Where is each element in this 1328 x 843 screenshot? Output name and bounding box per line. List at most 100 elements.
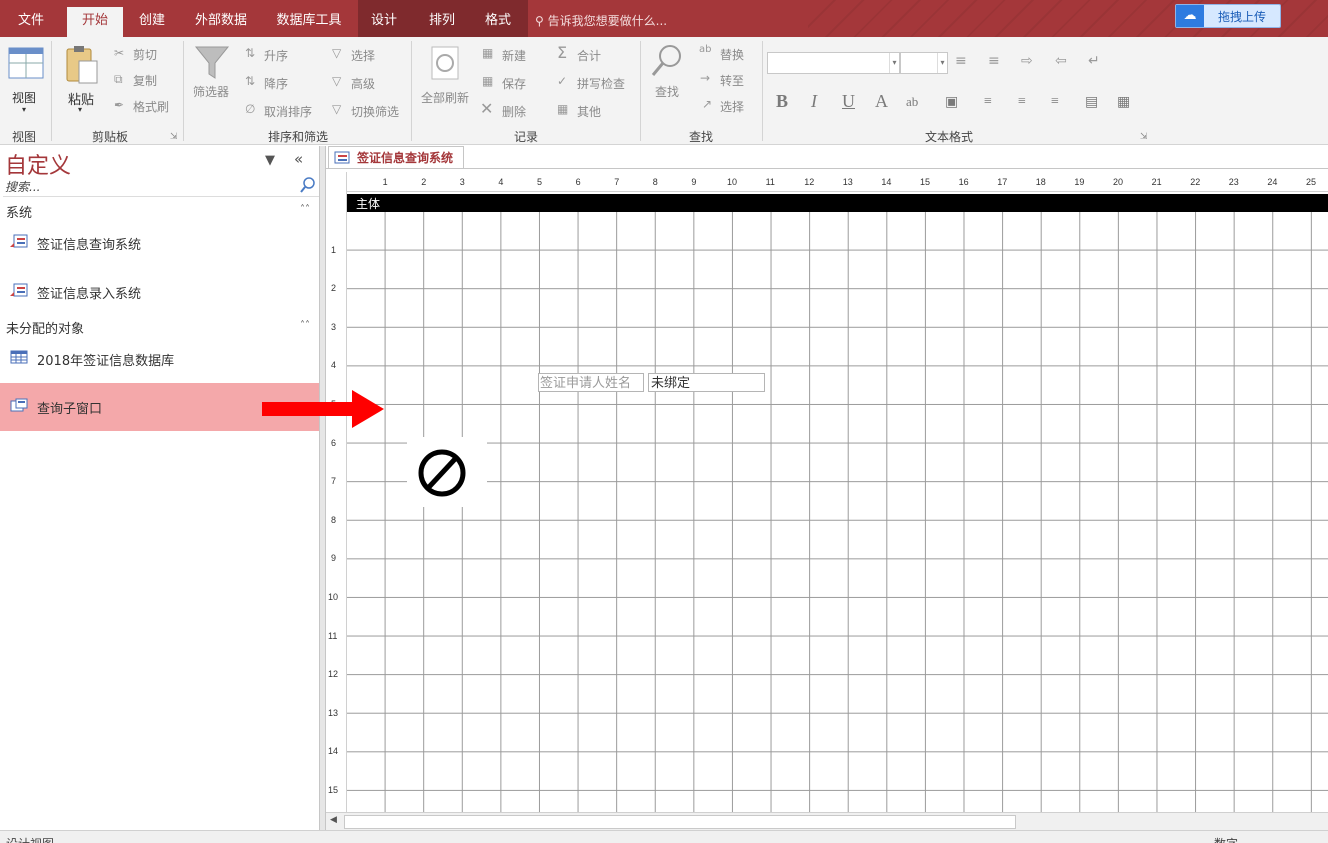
horizontal-scrollbar[interactable]: ◀ — [326, 812, 1328, 830]
upload-label: 拖拽上传 — [1218, 10, 1267, 24]
filter-button[interactable]: 筛选器 — [193, 83, 229, 100]
tab-create[interactable]: 创建 — [130, 7, 174, 37]
search-icon[interactable] — [299, 176, 317, 194]
tab-file[interactable]: 文件 — [8, 7, 54, 37]
ruler-h-number: 15 — [920, 177, 931, 187]
bullets-icon[interactable]: ≡ — [955, 53, 967, 69]
remove-sort-button[interactable]: 取消排序 — [264, 103, 312, 120]
tab-home[interactable]: 开始 — [67, 7, 123, 37]
group-label-views: 视图 — [12, 130, 37, 144]
bold-icon[interactable]: B — [776, 91, 788, 112]
tab-external-data[interactable]: 外部数据 — [186, 7, 256, 37]
underline-icon[interactable]: U — [842, 91, 855, 112]
find-button[interactable]: 查找 — [655, 83, 679, 100]
unbound-textbox[interactable]: 未绑定 — [648, 373, 765, 392]
font-color-icon[interactable]: A — [875, 91, 888, 112]
fill-color-icon[interactable]: ▣ — [945, 94, 958, 111]
nav-search-placeholder: 搜索... — [5, 180, 41, 194]
font-size-combo[interactable]: ▾ — [900, 52, 948, 74]
ruler-h-number: 18 — [1035, 177, 1046, 187]
section-bar-detail[interactable]: 主体 — [347, 194, 1328, 212]
advanced-button[interactable]: 高级 — [351, 75, 375, 92]
select-button[interactable]: 选择 — [720, 98, 744, 115]
font-name-combo[interactable]: ▾ — [767, 52, 900, 74]
increase-indent-icon[interactable]: ⇨ — [1021, 53, 1033, 69]
goto-button[interactable]: 转至 — [720, 72, 744, 89]
nav-item-form-entry-system[interactable]: 签证信息录入系统 — [0, 268, 319, 316]
align-left-icon[interactable]: ≡ — [984, 94, 992, 110]
scroll-left-icon[interactable]: ◀ — [330, 815, 337, 825]
text-format-launcher-icon[interactable]: ⇲ — [1140, 132, 1148, 142]
save-record-button[interactable]: 保存 — [502, 75, 526, 92]
totals-button[interactable]: 合计 — [577, 47, 601, 64]
numbering-icon[interactable]: ≡ — [988, 53, 1000, 69]
align-right-icon[interactable]: ≡ — [1051, 94, 1059, 110]
group-label-clipboard: 剪贴板 — [92, 130, 129, 144]
document-tab[interactable]: 签证信息查询系统 — [328, 146, 465, 169]
tell-me-box[interactable]: ⚲ 告诉我您想要做什么... — [535, 12, 667, 29]
ruler-v-number: 15 — [328, 785, 339, 795]
design-grid[interactable]: 签证申请人姓名 未绑定 — [347, 212, 1328, 812]
view-button[interactable]: 视图 — [12, 89, 36, 106]
chevron-down-icon: ▾ — [937, 53, 947, 73]
decrease-indent-icon[interactable]: ⇦ — [1055, 53, 1067, 69]
ruler-h-number: 12 — [804, 177, 815, 187]
nav-item-form-query-system[interactable]: 签证信息查询系统 — [0, 219, 319, 267]
tab-underline — [326, 168, 1328, 169]
nav-item-table-2018[interactable]: 2018年签证信息数据库 — [0, 335, 319, 383]
ruler-h-number: 5 — [537, 177, 543, 187]
ruler-v-number: 12 — [328, 669, 339, 680]
vertical-ruler[interactable]: 123456789101112131415 — [326, 212, 347, 812]
background-image-icon[interactable]: ▤ — [1085, 94, 1098, 111]
tab-database-tools[interactable]: 数据库工具 — [268, 7, 350, 37]
gridlines-icon[interactable]: ▦ — [1117, 94, 1130, 111]
cut-button[interactable]: 剪切 — [133, 46, 157, 63]
align-center-icon[interactable]: ≡ — [1018, 94, 1026, 110]
delete-record-button[interactable]: 删除 — [502, 103, 526, 120]
spelling-button[interactable]: 拼写检查 — [577, 75, 625, 92]
paste-dropdown-icon[interactable]: ▾ — [78, 105, 82, 114]
view-dropdown-icon[interactable]: ▾ — [22, 105, 26, 114]
view-icon — [8, 47, 44, 79]
ruler-v-number: 13 — [328, 707, 339, 718]
replace-button[interactable]: 替换 — [720, 46, 744, 63]
nav-menu-dropdown-icon[interactable]: ▼ — [265, 153, 275, 168]
more-button[interactable]: 其他 — [577, 103, 601, 120]
applicant-name-label[interactable]: 签证申请人姓名 — [538, 373, 644, 392]
ruler-h-number: 13 — [842, 177, 853, 187]
no-entry-icon — [418, 449, 466, 497]
cloud-icon: ☁ — [1176, 5, 1204, 27]
ruler-v-number: 11 — [328, 630, 338, 641]
ribbon: 视图 ▾ 视图 粘贴 ▾ ✂ 剪切 ⧉ 复制 ✒ 格式刷 剪贴板 ⇲ 筛选器 ⇅… — [0, 37, 1328, 145]
sort-descending-button[interactable]: 降序 — [264, 75, 288, 92]
tab-arrange[interactable]: 排列 — [420, 7, 464, 37]
group-separator — [183, 41, 184, 141]
upload-button[interactable]: ☁ 拖拽上传 — [1175, 4, 1281, 28]
sort-ascending-button[interactable]: 升序 — [264, 47, 288, 64]
collapse-group-icon[interactable]: ˄˄ — [300, 204, 310, 215]
text-direction-icon[interactable]: ↵ — [1088, 53, 1100, 69]
highlight-icon[interactable]: ab — [906, 94, 918, 110]
ruler-h-number: 19 — [1074, 177, 1085, 187]
collapse-group-icon[interactable]: ˄˄ — [300, 320, 310, 331]
toggle-filter-button[interactable]: 切换筛选 — [351, 103, 399, 120]
refresh-all-button[interactable]: 全部刷新 — [421, 89, 469, 106]
italic-icon[interactable]: I — [811, 91, 817, 112]
new-record-icon: ▦ — [482, 46, 494, 60]
copy-button[interactable]: 复制 — [133, 72, 157, 89]
new-record-button[interactable]: 新建 — [502, 47, 526, 64]
tab-format[interactable]: 格式 — [476, 7, 520, 37]
nav-collapse-icon[interactable]: « — [294, 150, 303, 168]
ruler-corner[interactable] — [326, 172, 347, 212]
scroll-thumb[interactable] — [344, 815, 1016, 829]
selection-button[interactable]: 选择 — [351, 47, 375, 64]
clipboard-launcher-icon[interactable]: ⇲ — [170, 132, 178, 142]
find-icon — [651, 45, 681, 76]
nav-search-box[interactable]: 搜索... — [3, 176, 319, 197]
ruler-h-number: 23 — [1228, 177, 1239, 187]
format-painter-button[interactable]: 格式刷 — [133, 98, 169, 115]
nav-item-label: 签证信息查询系统 — [37, 238, 142, 253]
horizontal-ruler[interactable]: 1 2 3 4 5 6 7 8 9 10 11 12 13 14 15 16 17 18 19 20 21 22 23 24 2… — [347, 172, 1328, 192]
tab-design[interactable]: 设计 — [362, 7, 406, 37]
ruler-h-number: 1 — [382, 177, 388, 187]
